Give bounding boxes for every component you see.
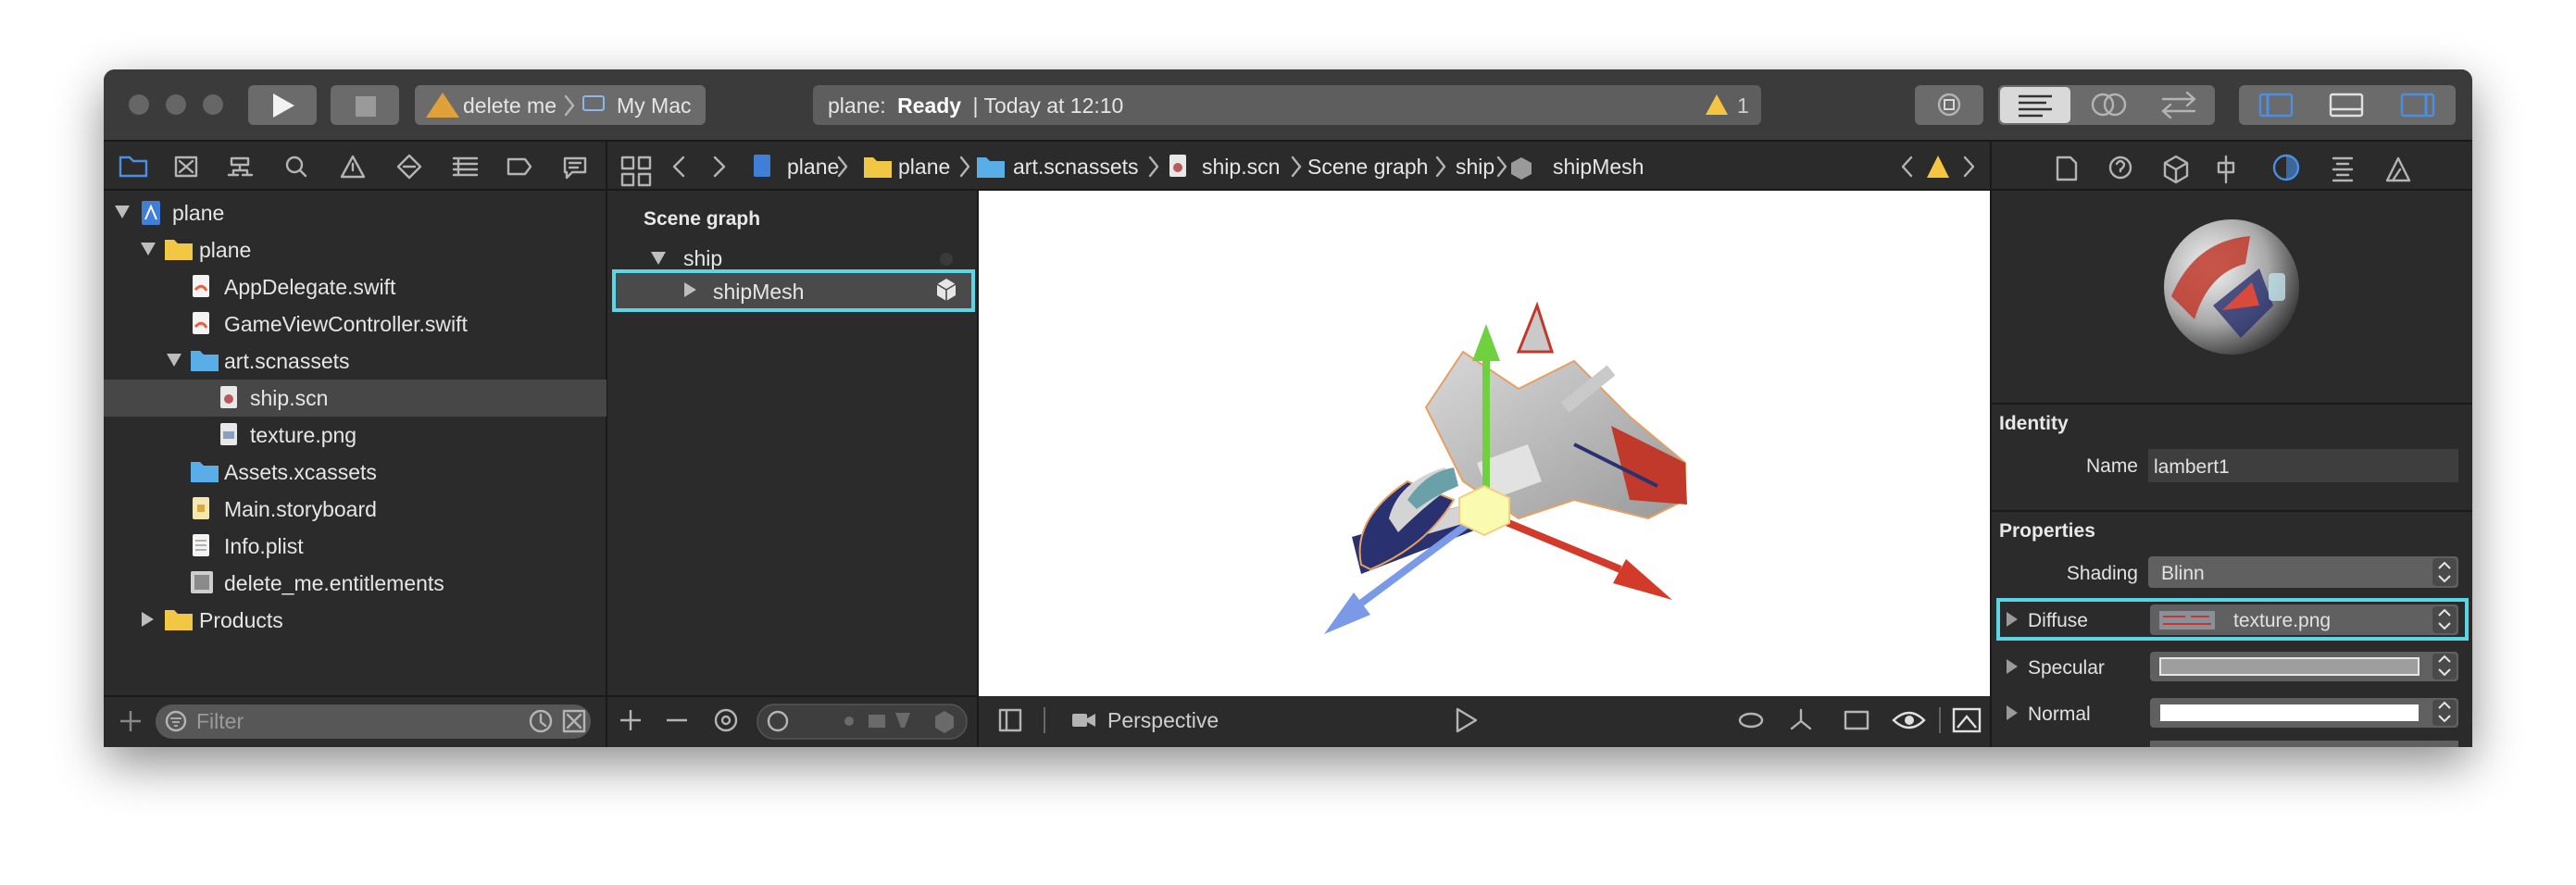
minimize-window-button[interactable] xyxy=(166,94,186,115)
selected-row-highlight xyxy=(104,380,606,417)
shading-popup[interactable]: Blinn xyxy=(2148,556,2458,588)
light-filter-icon[interactable] xyxy=(844,717,854,726)
destination-name: My Mac xyxy=(617,93,692,118)
svg-text:GameViewController.swift: GameViewController.swift xyxy=(224,312,469,336)
svg-text:Products: Products xyxy=(199,608,283,632)
material-name-value: lambert1 xyxy=(2154,456,2230,478)
filter-placeholder: Filter xyxy=(196,709,244,733)
navigator-filter-field[interactable]: Filter xyxy=(156,704,591,739)
specular-label: Specular xyxy=(2028,657,2105,679)
camera-label: Perspective xyxy=(1107,708,1219,732)
zoom-window-button[interactable] xyxy=(203,94,223,115)
run-button[interactable] xyxy=(248,85,317,125)
shading-label: Shading xyxy=(2067,563,2138,584)
svg-text:delete_me.entitlements: delete_me.entitlements xyxy=(224,571,444,595)
jump-item-ship-scn[interactable]: ship.scn xyxy=(1169,155,1280,179)
svg-text:shipMesh: shipMesh xyxy=(713,280,804,304)
video-camera-icon xyxy=(1072,714,1087,727)
jump-item-ship[interactable]: ship xyxy=(1456,155,1494,179)
material-name-field[interactable]: lambert1 xyxy=(2148,449,2458,482)
next-property-row-partial xyxy=(2150,741,2458,747)
identity-section-title: Identity xyxy=(1999,413,2069,434)
camera-filter-icon[interactable] xyxy=(869,715,885,728)
svg-text:Info.plist: Info.plist xyxy=(224,534,304,558)
activity-project: plane: xyxy=(828,93,886,118)
svg-text:art.scnassets: art.scnassets xyxy=(224,349,350,373)
material-preview[interactable] xyxy=(2164,219,2299,355)
jump-item-scene-graph[interactable]: Scene graph xyxy=(1307,155,1428,179)
activity-viewer: plane: Ready | Today at 12:10 1 xyxy=(813,85,1761,125)
activity-status: Ready xyxy=(897,93,961,118)
normal-color-well[interactable] xyxy=(2150,698,2458,728)
tree-row-art-scnassets[interactable]: art.scnassets xyxy=(167,349,350,373)
svg-text:ship.scn: ship.scn xyxy=(1202,155,1280,179)
scene-node-shipmesh[interactable]: shipMesh xyxy=(612,269,975,312)
svg-text:plane: Ready | Tod: plane: Ready | Today at 12:10 xyxy=(828,93,1123,118)
tree-row-gameviewcontroller[interactable]: GameViewController.swift xyxy=(193,312,469,336)
svg-text:plane: plane xyxy=(199,238,251,262)
svg-text:shipMesh: shipMesh xyxy=(1553,155,1644,179)
diffuse-texture-popup[interactable]: texture.png xyxy=(2150,605,2458,635)
scene-graph-title: Scene graph xyxy=(644,208,760,230)
tree-row-entitlements[interactable]: delete_me.entitlements xyxy=(191,571,444,595)
scheme-selector[interactable]: delete me My Mac xyxy=(415,85,706,125)
diffuse-value: texture.png xyxy=(2233,610,2331,631)
svg-text:AppDelegate.swift: AppDelegate.swift xyxy=(224,275,396,299)
svg-text:ship: ship xyxy=(683,246,722,270)
tree-row-ship-scn[interactable]: ship.scn xyxy=(220,386,328,410)
project-icon xyxy=(754,155,770,177)
panel-toggle-segment[interactable] xyxy=(2239,85,2456,125)
editor-mode-segment[interactable] xyxy=(1998,85,2215,125)
svg-text:plane: plane xyxy=(787,155,839,179)
warning-count: 1 xyxy=(1737,93,1749,118)
svg-text:plane: plane xyxy=(898,155,950,179)
specular-color-well[interactable] xyxy=(2150,652,2458,681)
close-window-button[interactable] xyxy=(129,94,149,115)
properties-section-title: Properties xyxy=(1999,520,2095,542)
jump-item-project[interactable]: plane xyxy=(754,155,839,179)
node-visibility-icon[interactable] xyxy=(940,253,953,266)
texture-thumbnail xyxy=(2159,611,2215,629)
standard-editor-button[interactable] xyxy=(2000,87,2070,123)
svg-text:Main.storyboard: Main.storyboard xyxy=(224,497,377,521)
diffuse-label: Diffuse xyxy=(2028,610,2088,631)
svg-text:texture.png: texture.png xyxy=(250,423,356,447)
name-label: Name xyxy=(2086,455,2138,477)
library-button[interactable] xyxy=(1915,85,1983,125)
stop-button[interactable] xyxy=(331,85,399,125)
activity-time: | Today at 12:10 xyxy=(973,93,1124,118)
shading-value: Blinn xyxy=(2161,563,2205,584)
svg-text:art.scnassets: art.scnassets xyxy=(1013,155,1139,179)
scene-filter-field[interactable] xyxy=(757,704,968,740)
svg-text:plane: plane xyxy=(172,201,224,225)
stop-icon xyxy=(356,96,376,117)
svg-text:ship.scn: ship.scn xyxy=(250,386,328,410)
normal-label: Normal xyxy=(2028,704,2091,725)
svg-text:Assets.xcassets: Assets.xcassets xyxy=(224,460,377,484)
scheme-name: delete me xyxy=(463,93,556,118)
